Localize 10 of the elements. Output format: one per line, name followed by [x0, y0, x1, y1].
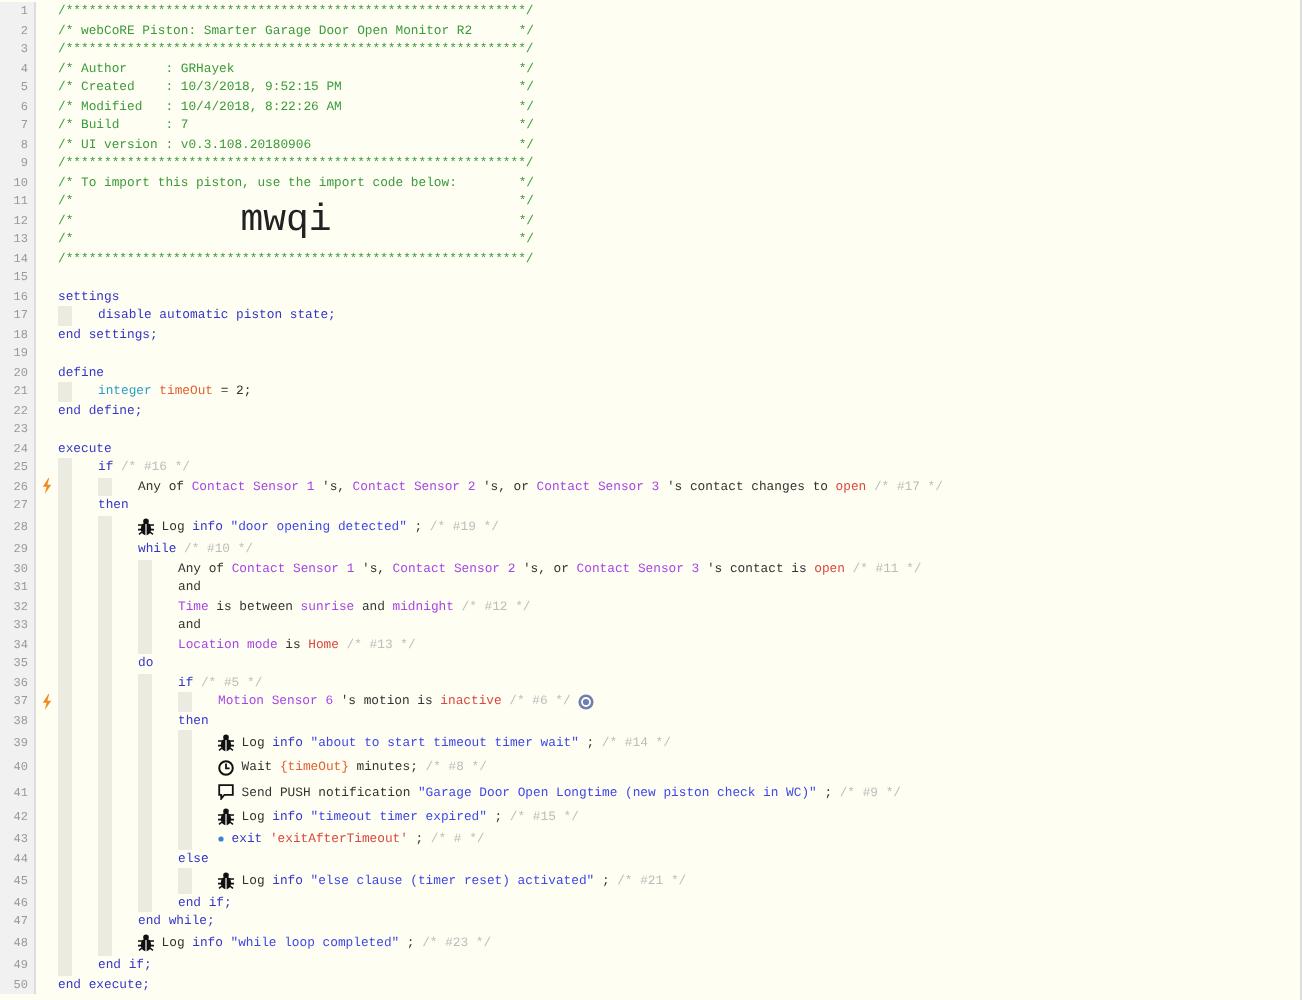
speech-bubble-icon: [218, 784, 234, 801]
bug-icon: [218, 808, 234, 827]
bullet-icon: [218, 836, 224, 843]
clock-icon: [218, 759, 234, 776]
bug-icon: [218, 871, 234, 890]
settings-icon[interactable]: [578, 693, 595, 710]
bug-icon: [218, 733, 234, 752]
bug-icon: [138, 934, 154, 953]
import-code: mwqi: [240, 201, 332, 240]
bug-icon: [138, 518, 154, 537]
